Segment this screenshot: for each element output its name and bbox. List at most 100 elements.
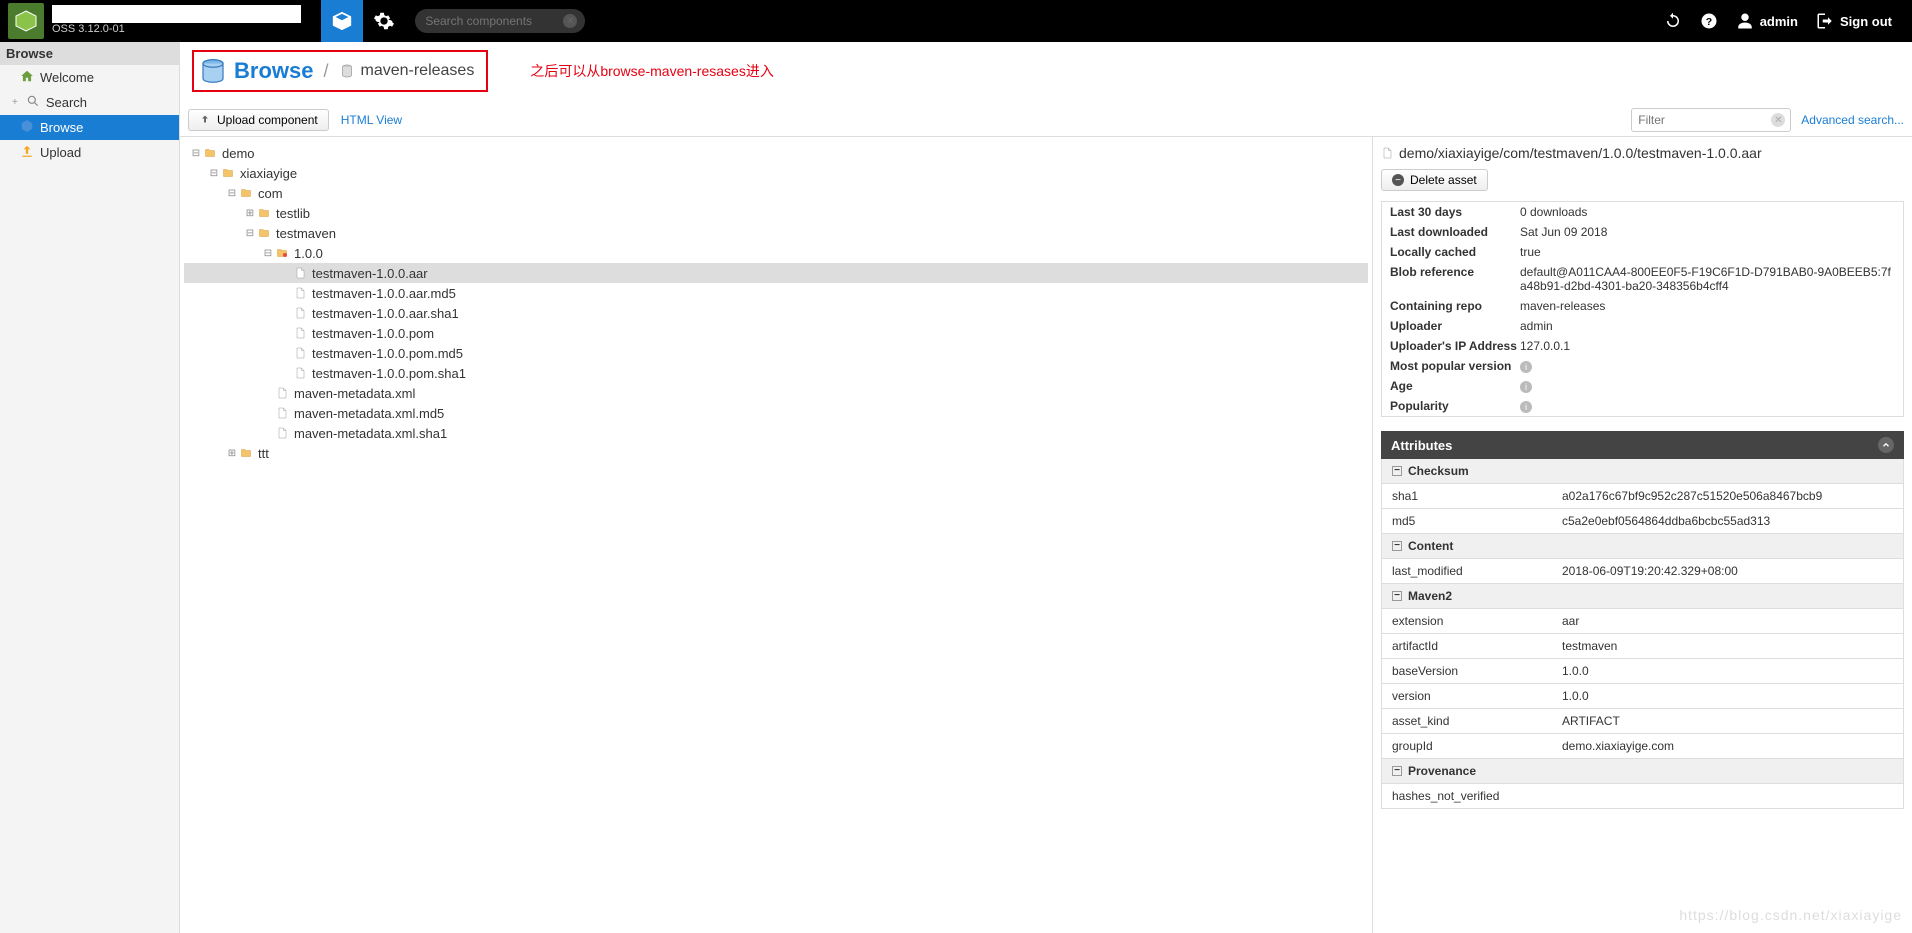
- upload-icon: [199, 114, 211, 126]
- attr-section-header[interactable]: −Maven2: [1381, 584, 1904, 609]
- search-icon: [26, 94, 40, 111]
- file-icon: [292, 325, 308, 341]
- info-row: Last downloadedSat Jun 09 2018: [1382, 222, 1903, 242]
- collapse-icon: −: [1392, 591, 1402, 601]
- attr-row: hashes_not_verified: [1381, 784, 1904, 809]
- tree-node[interactable]: ⊞testlib: [184, 203, 1368, 223]
- sidebar-item-search[interactable]: +Search: [0, 90, 179, 115]
- sidebar-item-browse[interactable]: Browse: [0, 115, 179, 140]
- tree-node[interactable]: ⊟com: [184, 183, 1368, 203]
- attr-section-header[interactable]: −Provenance: [1381, 759, 1904, 784]
- delete-asset-button[interactable]: − Delete asset: [1381, 169, 1488, 191]
- collapse-icon: −: [1392, 466, 1402, 476]
- file-icon: [1381, 146, 1393, 160]
- tree-node[interactable]: ⊞ttt: [184, 443, 1368, 463]
- info-icon: i: [1520, 381, 1532, 393]
- breadcrumb-separator: /: [323, 61, 328, 82]
- tree-node[interactable]: testmaven-1.0.0.pom.sha1: [184, 363, 1368, 383]
- sidebar-item-upload[interactable]: Upload: [0, 140, 179, 165]
- database-icon: [339, 63, 355, 79]
- asset-info-table: Last 30 days0 downloadsLast downloadedSa…: [1381, 201, 1904, 417]
- tree-node[interactable]: testmaven-1.0.0.aar.sha1: [184, 303, 1368, 323]
- sidebar: Browse Welcome+SearchBrowseUpload: [0, 42, 180, 933]
- tree-node[interactable]: testmaven-1.0.0.aar: [184, 263, 1368, 283]
- tree-node[interactable]: ⊟demo: [184, 143, 1368, 163]
- info-row: Agei: [1382, 376, 1903, 396]
- tree-node[interactable]: maven-metadata.xml.md5: [184, 403, 1368, 423]
- sidebar-item-welcome[interactable]: Welcome: [0, 65, 179, 90]
- attr-section-header[interactable]: −Checksum: [1381, 459, 1904, 484]
- info-row: Last 30 days0 downloads: [1382, 202, 1903, 222]
- tree-node[interactable]: testmaven-1.0.0.pom.md5: [184, 343, 1368, 363]
- filter-input[interactable]: [1638, 113, 1784, 127]
- attr-row: last_modified2018-06-09T19:20:42.329+08:…: [1381, 559, 1904, 584]
- info-row: Containing repomaven-releases: [1382, 296, 1903, 316]
- file-icon: [292, 365, 308, 381]
- tree-node[interactable]: testmaven-1.0.0.pom: [184, 323, 1368, 343]
- folder-icon: [256, 225, 272, 241]
- browse-mode-button[interactable]: [321, 0, 363, 42]
- repository-tree[interactable]: ⊟demo⊟xiaxiayige⊟com⊞testlib⊟testmaven⊟1…: [180, 137, 1372, 933]
- admin-mode-button[interactable]: [363, 0, 405, 42]
- refresh-button[interactable]: [1664, 12, 1682, 30]
- file-icon: [274, 385, 290, 401]
- breadcrumb-repo[interactable]: maven-releases: [339, 62, 475, 80]
- home-icon: [20, 69, 34, 86]
- tree-node[interactable]: ⊟testmaven: [184, 223, 1368, 243]
- upload-component-button[interactable]: Upload component: [188, 109, 329, 131]
- info-row: Locally cachedtrue: [1382, 242, 1903, 262]
- info-row: Popularityi: [1382, 396, 1903, 416]
- html-view-link[interactable]: HTML View: [341, 113, 402, 127]
- attributes-header[interactable]: Attributes: [1381, 431, 1904, 459]
- info-row: Uploader's IP Address127.0.0.1: [1382, 336, 1903, 356]
- attr-row: baseVersion1.0.0: [1381, 659, 1904, 684]
- search-input[interactable]: [425, 14, 575, 28]
- sidebar-header: Browse: [0, 42, 179, 65]
- folder-icon: [238, 445, 254, 461]
- signout-label: Sign out: [1840, 14, 1892, 29]
- file-icon: [274, 425, 290, 441]
- browse-icon: [198, 56, 228, 86]
- app-logo: [8, 3, 44, 39]
- app-title-block: Sonatype Nexus Repository Manager OSS 3.…: [52, 5, 301, 36]
- attr-row: artifactIdtestmaven: [1381, 634, 1904, 659]
- attr-row: md5c5a2e0ebf0564864ddba6bcbc55ad313: [1381, 509, 1904, 534]
- help-button[interactable]: ?: [1700, 12, 1718, 30]
- tree-node[interactable]: ⊟1.0.0: [184, 243, 1368, 263]
- info-row: Uploaderadmin: [1382, 316, 1903, 336]
- advanced-search-link[interactable]: Advanced search...: [1801, 113, 1904, 127]
- app-title: Sonatype Nexus Repository Manager: [52, 5, 301, 23]
- filter-box[interactable]: ✕: [1631, 108, 1791, 132]
- breadcrumb-highlight: Browse / maven-releases: [192, 50, 488, 92]
- tree-node[interactable]: maven-metadata.xml.sha1: [184, 423, 1368, 443]
- signout-button[interactable]: Sign out: [1816, 12, 1892, 30]
- folder-icon: [256, 205, 272, 221]
- tree-node[interactable]: maven-metadata.xml: [184, 383, 1368, 403]
- tree-node[interactable]: ⊟xiaxiayige: [184, 163, 1368, 183]
- cube-icon: [20, 119, 34, 136]
- breadcrumb: Browse / maven-releases 之后可以从browse-mave…: [180, 42, 1912, 104]
- toolbar: Upload component HTML View ✕ Advanced se…: [180, 104, 1912, 137]
- collapse-icon: −: [1392, 541, 1402, 551]
- header-search[interactable]: ✕: [415, 9, 585, 33]
- folder-icon: [220, 165, 236, 181]
- user-menu[interactable]: admin: [1736, 12, 1798, 30]
- breadcrumb-title[interactable]: Browse: [234, 58, 313, 84]
- attr-row: groupIddemo.xiaxiayige.com: [1381, 734, 1904, 759]
- tree-node[interactable]: testmaven-1.0.0.aar.md5: [184, 283, 1368, 303]
- attr-row: sha1a02a176c67bf9c952c287c51520e506a8467…: [1381, 484, 1904, 509]
- chevron-up-icon: [1878, 437, 1894, 453]
- attr-row: version1.0.0: [1381, 684, 1904, 709]
- folder-icon: [274, 245, 290, 261]
- folder-icon: [238, 185, 254, 201]
- upload-icon: [20, 144, 34, 161]
- attr-row: extensionaar: [1381, 609, 1904, 634]
- file-icon: [274, 405, 290, 421]
- folder-icon: [202, 145, 218, 161]
- svg-text:?: ?: [1705, 16, 1711, 28]
- attr-section-header[interactable]: −Content: [1381, 534, 1904, 559]
- file-icon: [292, 285, 308, 301]
- info-icon: i: [1520, 361, 1532, 373]
- annotation-text: 之后可以从browse-maven-resases进入: [530, 61, 774, 81]
- collapse-icon: −: [1392, 766, 1402, 776]
